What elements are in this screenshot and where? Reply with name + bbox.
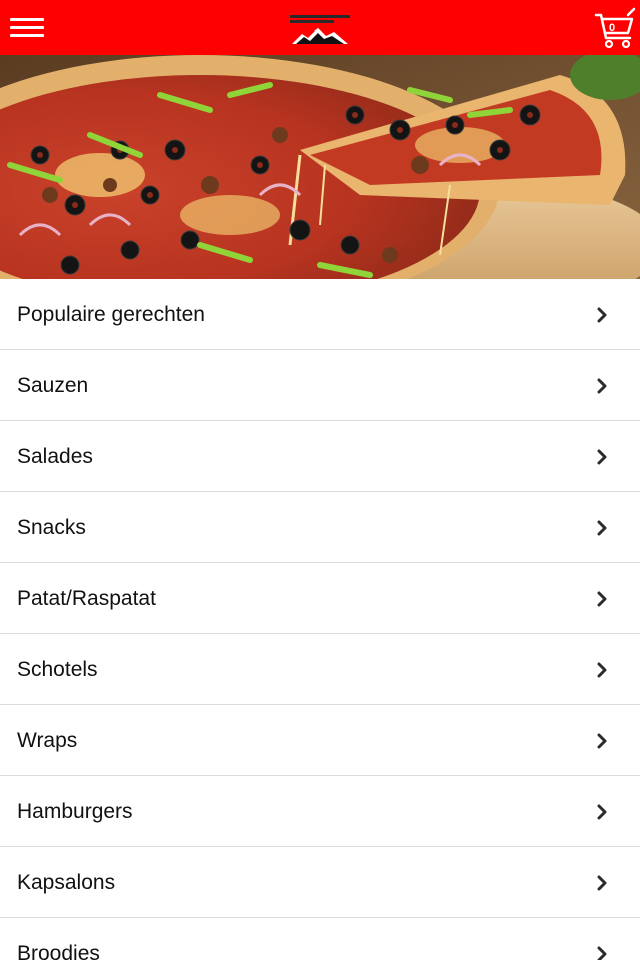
category-item-populaire-gerechten[interactable]: Populaire gerechten	[0, 279, 640, 350]
chevron-right-icon	[597, 662, 607, 678]
chevron-right-icon	[597, 378, 607, 394]
chevron-right-icon	[597, 449, 607, 465]
category-item-hamburgers[interactable]: Hamburgers	[0, 776, 640, 847]
category-item-salades[interactable]: Salades	[0, 421, 640, 492]
category-label: Sauzen	[17, 374, 89, 397]
logo-graphic	[290, 15, 350, 44]
app-screen: 0 Populaire gerechten Sauzen Salades Sna…	[0, 0, 640, 960]
chevron-right-icon	[597, 875, 607, 891]
category-item-broodjes[interactable]: Broodjes	[0, 918, 640, 960]
chevron-right-icon	[597, 733, 607, 749]
category-item-schotels[interactable]: Schotels	[0, 634, 640, 705]
chevron-right-icon	[597, 591, 607, 607]
category-item-wraps[interactable]: Wraps	[0, 705, 640, 776]
category-label: Hamburgers	[17, 800, 133, 823]
category-item-kapsalons[interactable]: Kapsalons	[0, 847, 640, 918]
category-label: Schotels	[17, 658, 98, 681]
chevron-right-icon	[597, 946, 607, 960]
cart-button[interactable]: 0	[592, 6, 638, 50]
hamburger-menu-button[interactable]	[10, 14, 46, 40]
top-bar: 0	[0, 0, 640, 55]
category-item-sauzen[interactable]: Sauzen	[0, 350, 640, 421]
menu-line	[10, 18, 44, 21]
menu-line	[10, 34, 44, 37]
category-label: Salades	[17, 445, 93, 468]
hero-banner	[0, 55, 640, 279]
category-label: Snacks	[17, 516, 86, 539]
category-item-patat-raspatat[interactable]: Patat/Raspatat	[0, 563, 640, 634]
category-list: Populaire gerechten Sauzen Salades Snack…	[0, 279, 640, 960]
chevron-right-icon	[597, 804, 607, 820]
menu-line	[10, 26, 44, 29]
category-label: Populaire gerechten	[17, 303, 205, 326]
category-label: Patat/Raspatat	[17, 587, 156, 610]
cart-count-badge: 0	[608, 22, 616, 34]
chevron-right-icon	[597, 520, 607, 536]
category-item-snacks[interactable]: Snacks	[0, 492, 640, 563]
category-label: Kapsalons	[17, 871, 116, 894]
category-label: Wraps	[17, 729, 78, 752]
chevron-right-icon	[597, 307, 607, 323]
category-label: Broodjes	[17, 942, 100, 960]
restaurant-logo[interactable]	[288, 12, 352, 46]
pizza-photo	[0, 55, 640, 279]
